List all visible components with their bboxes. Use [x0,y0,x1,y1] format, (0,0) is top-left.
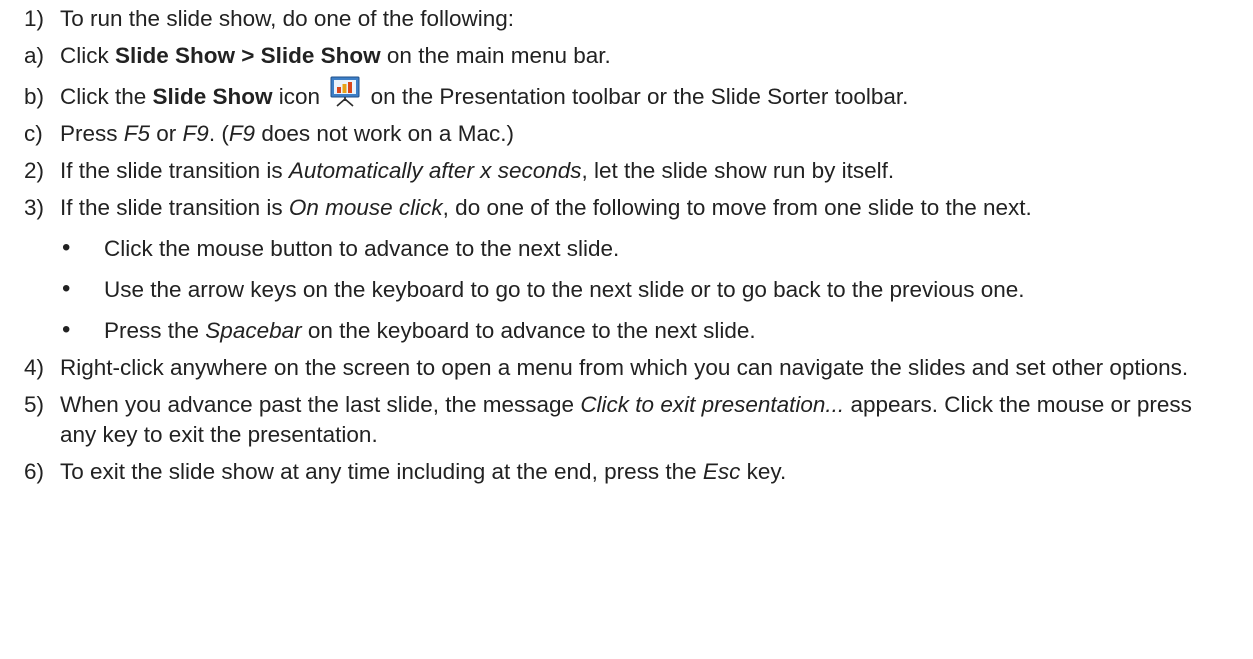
bullet-2: • Use the arrow keys on the keyboard to … [0,275,1253,305]
step-text-pre: Click [60,43,115,68]
step-number: c) [24,121,43,146]
step-number: 4) [24,355,45,380]
step-number: 1) [24,6,45,31]
slide-show-icon [328,75,362,107]
menu-path: Slide Show > Slide Show [115,43,381,68]
step-text: To run the slide show, do one of the fol… [60,6,515,31]
step-2: 2) If the slide transition is Automatica… [0,156,1253,186]
step-text-post: , do one of the following to move from o… [442,195,1032,220]
step-text: Right-click anywhere on the screen to op… [60,355,1189,380]
key-f5: F5 [123,121,151,146]
step-1: 1) To run the slide show, do one of the … [0,4,1253,34]
step-text-pre: Press [60,121,124,146]
step-text-pre: If the slide transition is [60,195,289,220]
transition-option: Automatically after x seconds [288,158,582,183]
step-b: b) Click the Slide Show icon on the Pres… [0,76,1253,112]
step-text-post: does not work on a Mac.) [255,121,514,146]
step-text-post: on the Presentation toolbar or the Slide… [364,84,909,109]
step-number: 3) [24,195,45,220]
key-esc: Esc [702,459,741,484]
step-number: b) [24,84,45,109]
key-f9-note: F9 [228,121,256,146]
step-6: 6) To exit the slide show at any time in… [0,457,1253,487]
key-spacebar: Spacebar [205,318,302,343]
key-f9: F9 [182,121,209,146]
step-text-post: on the main menu bar. [380,43,611,68]
bullet-dot: • [62,234,71,261]
step-5: 5) When you advance past the last slide,… [0,390,1253,450]
step-text-post: key. [740,459,787,484]
bullet-3: • Press the Spacebar on the keyboard to … [0,316,1253,346]
bullet-dot: • [62,275,71,302]
step-text-pre: To exit the slide show at any time inclu… [60,459,703,484]
step-number: a) [24,43,45,68]
step-a: a) Click Slide Show > Slide Show on the … [0,41,1253,71]
step-c: c) Press F5 or F9. (F9 does not work on … [0,119,1253,149]
bullet-text-post: on the keyboard to advance to the next s… [301,318,756,343]
step-4: 4) Right-click anywhere on the screen to… [0,353,1253,383]
step-text-pre: If the slide transition is [60,158,289,183]
bullet-text: Use the arrow keys on the keyboard to go… [104,277,1025,302]
transition-option: On mouse click [288,195,443,220]
step-text-post: , let the slide show run by itself. [581,158,895,183]
document-page: 1) To run the slide show, do one of the … [0,0,1253,659]
step-text-pre: Click the [60,84,153,109]
step-3: 3) If the slide transition is On mouse c… [0,193,1253,223]
step-text-pre: When you advance past the last slide, th… [60,392,581,417]
step-number: 6) [24,459,45,484]
step-text-mid: icon [272,84,327,109]
step-text-m1: or [150,121,183,146]
step-text-m2: . ( [208,121,229,146]
step-number: 2) [24,158,45,183]
step-number: 5) [24,392,45,417]
exit-message: Click to exit presentation... [580,392,845,417]
command-name: Slide Show [152,84,273,109]
bullet-1: • Click the mouse button to advance to t… [0,234,1253,264]
bullet-text: Click the mouse button to advance to the… [104,236,620,261]
bullet-text-pre: Press the [104,318,206,343]
bullet-dot: • [62,316,71,343]
